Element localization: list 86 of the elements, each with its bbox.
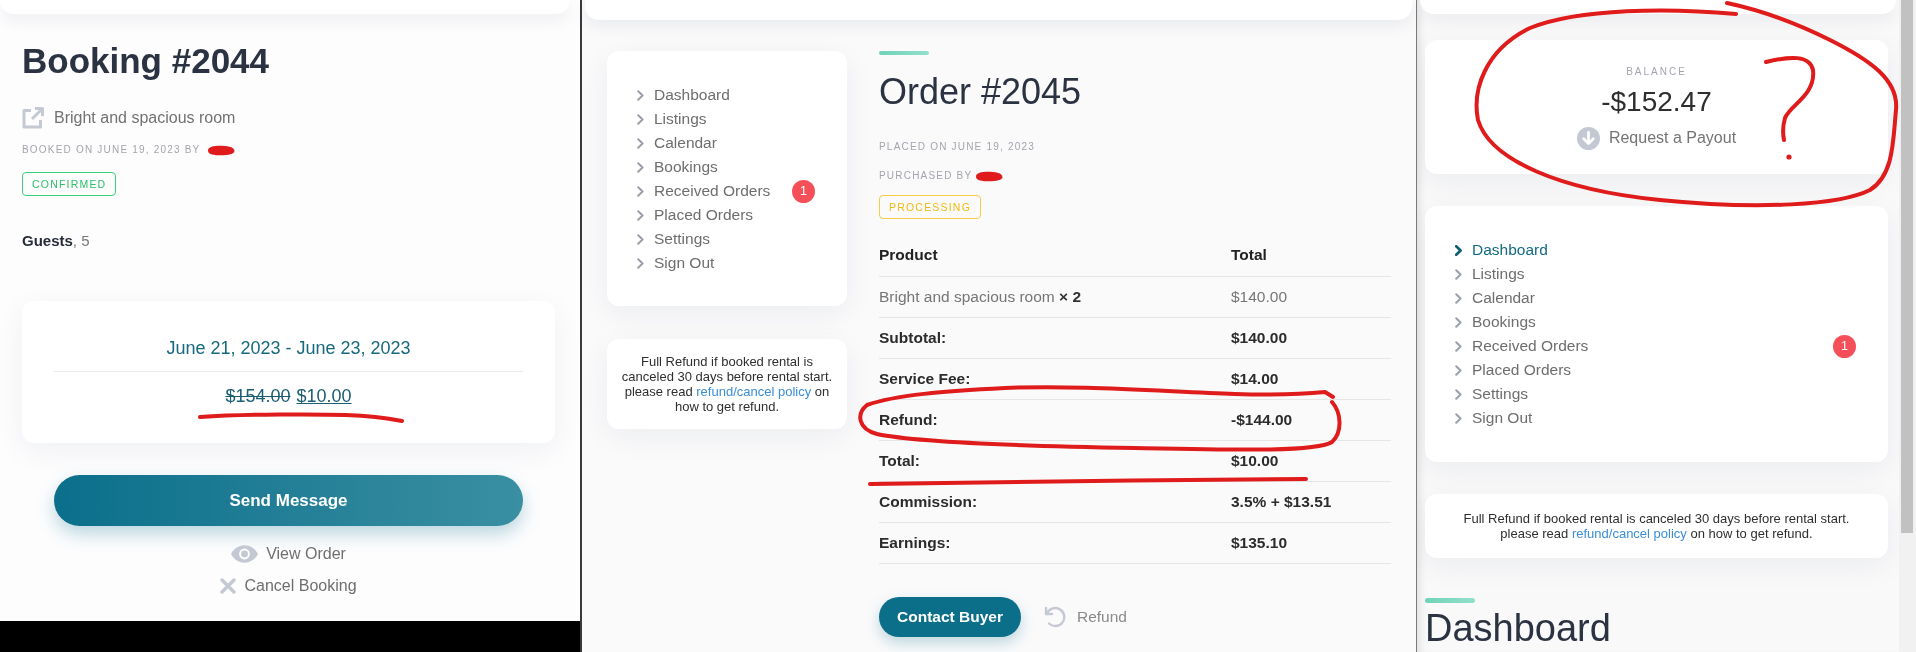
column-header: Total [1231, 235, 1391, 276]
table-cell: Total: [879, 440, 1231, 481]
nav-link[interactable]: Received Orders 1 [1455, 334, 1856, 358]
refund-policy-link[interactable]: refund/cancel policy [1571, 526, 1687, 541]
current-price: $10.00 [296, 385, 352, 408]
table-cell: Refund: [879, 399, 1231, 440]
notification-badge: 1 [1833, 334, 1856, 358]
table-cell: $135.10 [1231, 522, 1391, 563]
accent-bar [1425, 598, 1475, 603]
table-cell: $140.00 [1231, 276, 1391, 317]
order-title: Order #2045 [879, 71, 1083, 113]
nav-link[interactable]: Bookings [1455, 310, 1856, 334]
chevron-right-icon [637, 209, 644, 221]
chevron-right-icon [637, 137, 644, 149]
status-badge: CONFIRMED [22, 172, 117, 196]
nav-link[interactable]: Received Orders 1 [637, 179, 815, 203]
chevron-right-icon [637, 161, 644, 173]
column-header: Product [879, 235, 1231, 276]
action-link[interactable]: Cancel Booking [220, 576, 357, 596]
accent-bar [879, 51, 929, 55]
refund-instructions-text: please read refund/cancel policy on how to get refund. [623, 384, 831, 414]
refund-note-text: Full Refund if booked rental is canceled 30 days before rental start. [1462, 511, 1851, 526]
booking-title: Booking #2044 [22, 40, 271, 82]
balance-amount: -$152.47 [1601, 86, 1712, 118]
request-payout-button[interactable]: Request a Payout [1576, 126, 1737, 150]
close-icon [220, 578, 237, 594]
date-range-text: June 21, 2023 - June 23, 2023 [165, 337, 412, 360]
chevron-right-icon [1455, 388, 1462, 400]
scrollbar-thumb[interactable] [1901, 0, 1913, 533]
chevron-right-icon [1455, 268, 1462, 280]
balance-label: BALANCE [1626, 65, 1687, 79]
nav-link[interactable]: Sign Out [637, 251, 815, 275]
table-cell: Bright and spacious room × 2 [879, 276, 1231, 317]
chevron-right-icon [637, 233, 644, 245]
refund-note-text: Full Refund if booked rental is canceled 30 days before rental start. [620, 354, 834, 384]
refund-instructions-text: please read refund/cancel policy on how to get refund. [1499, 526, 1814, 541]
refund-button[interactable]: Refund [1043, 605, 1127, 628]
table-cell: 3.5% + $13.51 [1231, 481, 1391, 522]
send-message-button[interactable]: Send Message [54, 475, 523, 526]
placed-on-text: PLACED ON JUNE 19, 2023 [879, 140, 1035, 154]
guests-text: Guests, 5 [22, 232, 91, 250]
nav-link[interactable]: Dashboard [637, 83, 815, 107]
nav-link[interactable]: Calendar [637, 131, 815, 155]
nav-link[interactable]: Placed Orders [637, 203, 815, 227]
chevron-right-icon [1455, 244, 1462, 256]
table-cell: $140.00 [1231, 317, 1391, 358]
download-circle-icon [1576, 126, 1600, 150]
nav-link[interactable]: Settings [637, 227, 815, 251]
nav-link[interactable]: Bookings [637, 155, 815, 179]
chevron-right-icon [1455, 364, 1462, 376]
chevron-right-icon [1455, 316, 1462, 328]
table-cell: -$144.00 [1231, 399, 1391, 440]
refund-policy-link[interactable]: refund/cancel policy [696, 384, 812, 399]
listing-link[interactable]: Bright and spacious room [22, 106, 236, 130]
nav-link[interactable]: Settings [1455, 382, 1856, 406]
table-cell: Service Fee: [879, 358, 1231, 399]
nav-link[interactable]: Dashboard [1455, 238, 1856, 262]
nav-link[interactable]: Calendar [1455, 286, 1856, 310]
notification-badge: 1 [792, 179, 815, 203]
chevron-right-icon [637, 113, 644, 125]
nav-link[interactable]: Sign Out [1455, 406, 1856, 430]
booked-on-text: BOOKED ON JUNE 19, 2023 BY [22, 143, 201, 157]
external-link-icon [22, 107, 44, 129]
nav-link[interactable]: Placed Orders [1455, 358, 1856, 382]
table-cell: Commission: [879, 481, 1231, 522]
page-heading: Dashboard [1425, 609, 1611, 647]
chevron-right-icon [637, 89, 644, 101]
nav-link[interactable]: Listings [637, 107, 815, 131]
chevron-right-icon [1455, 412, 1462, 424]
scrollbar[interactable] [1899, 0, 1916, 652]
nav-link[interactable]: Listings [1455, 262, 1856, 286]
undo-icon [1043, 605, 1066, 628]
chevron-right-icon [637, 185, 644, 197]
table-cell: $10.00 [1231, 440, 1391, 481]
status-badge: PROCESSING [879, 195, 981, 219]
original-price: $154.00 [225, 385, 291, 408]
action-link[interactable]: View Order [231, 544, 346, 564]
eye-icon [231, 545, 259, 563]
contact-buyer-button[interactable]: Contact Buyer [879, 596, 1021, 637]
chevron-right-icon [1455, 340, 1462, 352]
table-cell: Subtotal: [879, 317, 1231, 358]
chevron-right-icon [1455, 292, 1462, 304]
table-cell: Earnings: [879, 522, 1231, 563]
purchased-by-text: PURCHASED BY [879, 169, 973, 183]
chevron-right-icon [637, 257, 644, 269]
table-cell: $14.00 [1231, 358, 1391, 399]
